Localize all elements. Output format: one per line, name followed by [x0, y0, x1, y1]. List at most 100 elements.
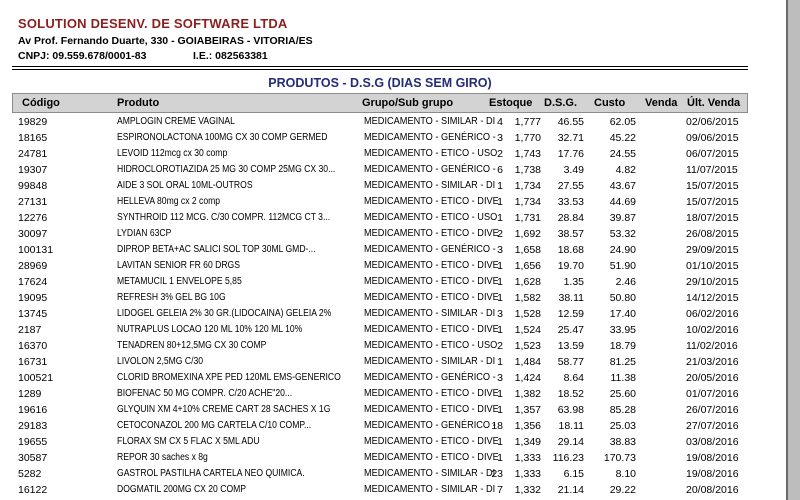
- cell-venda: 38.83: [609, 436, 636, 448]
- cell-venda: 53.32: [609, 228, 636, 240]
- cell-ult-venda: 29/10/2015: [686, 276, 739, 288]
- table-row: 18165 ESPIRONOLACTONA 100MG CX 30 COMP GE…: [12, 130, 748, 146]
- cell-dsg: 1,524: [514, 324, 541, 336]
- cell-ult-venda: 20/08/2016: [686, 484, 739, 496]
- cell-dsg: 1,484: [514, 356, 541, 368]
- cell-ult-venda: 09/06/2015: [686, 132, 739, 144]
- cell-dsg: 1,332: [514, 484, 541, 496]
- cell-dsg: 1,357: [514, 404, 541, 416]
- table-row: 12276 SYNTHROID 112 MCG. C/30 COMPR. 112M…: [12, 210, 748, 226]
- report-page: SOLUTION DESENV. DE SOFTWARE LTDA Av Pro…: [0, 0, 788, 500]
- cell-codigo: 13745: [18, 308, 48, 320]
- cell-produto: REPOR 30 saches x 8g: [117, 452, 208, 463]
- cell-venda: 81.25: [609, 356, 636, 368]
- company-address: Av Prof. Fernando Duarte, 330 - GOIABEIR…: [18, 35, 313, 47]
- cell-codigo: 27131: [18, 196, 48, 208]
- cell-venda: 33.95: [609, 324, 636, 336]
- cell-estoque: 1: [497, 452, 503, 464]
- cell-custo: 17.76: [557, 148, 584, 160]
- cell-custo: 21.14: [557, 484, 584, 496]
- cell-estoque: 3: [497, 308, 503, 320]
- cell-dsg: 1,731: [514, 212, 541, 224]
- table-row: 19307 HIDROCLOROTIAZIDA 25 MG 30 COMP 25M…: [12, 162, 748, 178]
- cell-venda: 44.69: [609, 196, 636, 208]
- cell-ult-venda: 10/02/2016: [686, 324, 739, 336]
- cell-dsg: 1,523: [514, 340, 541, 352]
- table-row: 19095 REFRESH 3% GEL BG 10G MEDICAMENTO - …: [12, 290, 748, 306]
- cell-custo: 18.52: [557, 388, 584, 400]
- table-row: 19829 AMPLOGIN CREME VAGINAL MEDICAMENTO -…: [12, 114, 748, 130]
- cell-ult-venda: 26/08/2015: [686, 228, 739, 240]
- cell-venda: 45.22: [609, 132, 636, 144]
- cell-dsg: 1,424: [514, 372, 541, 384]
- cell-codigo: 29183: [18, 420, 48, 432]
- cell-produto: DOGMATIL 200MG CX 20 COMP: [117, 484, 247, 495]
- cell-estoque: 1: [497, 212, 503, 224]
- cell-estoque: 4: [497, 116, 503, 128]
- column-header-venda: Venda: [645, 97, 678, 109]
- cell-ult-venda: 02/06/2015: [686, 116, 739, 128]
- company-name: SOLUTION DESENV. DE SOFTWARE LTDA: [18, 16, 288, 31]
- cell-codigo: 100131: [18, 244, 54, 256]
- cell-venda: 50.80: [609, 292, 636, 304]
- cell-codigo: 30097: [18, 228, 48, 240]
- cell-custo: 3.49: [563, 164, 584, 176]
- cell-codigo: 19655: [18, 436, 48, 448]
- cell-custo: 25.47: [557, 324, 584, 336]
- cell-codigo: 12276: [18, 212, 48, 224]
- cell-estoque: 1: [497, 404, 503, 416]
- cell-estoque: 7: [497, 484, 503, 496]
- cell-dsg: 1,734: [514, 180, 541, 192]
- cell-codigo: 24781: [18, 148, 48, 160]
- cell-estoque: 2: [497, 148, 503, 160]
- cell-venda: 11.38: [610, 372, 637, 384]
- cell-dsg: 1,333: [514, 452, 541, 464]
- cell-ult-venda: 06/07/2015: [686, 148, 739, 160]
- cell-custo: 58.77: [557, 356, 584, 368]
- table-row: 19616 GLYQUIN XM 4+10% CREME CART 28 SACH…: [12, 402, 748, 418]
- cell-ult-venda: 21/03/2016: [686, 356, 739, 368]
- cell-estoque: 6: [497, 164, 503, 176]
- cell-estoque: 1: [497, 276, 503, 288]
- cell-codigo: 17624: [18, 276, 48, 288]
- cell-custo: 12.59: [557, 308, 584, 320]
- cell-venda: 85.28: [609, 404, 636, 416]
- column-header-codigo: Código: [22, 97, 60, 109]
- cell-dsg: 1,692: [514, 228, 541, 240]
- table-row: 17624 METAMUCIL 1 ENVELOPE 5,85 MEDICAMENT…: [12, 274, 748, 290]
- cell-venda: 25.03: [609, 420, 636, 432]
- cell-codigo: 19829: [18, 116, 48, 128]
- cell-produto: HIDROCLOROTIAZIDA 25 MG 30 COMP 25MG CX …: [117, 164, 336, 175]
- table-row: 1289 BIOFENAC 50 MG COMPR. C/20 ACHE"20..…: [12, 386, 748, 402]
- cell-produto: BIOFENAC 50 MG COMPR. C/20 ACHE"20...: [117, 388, 293, 399]
- cell-codigo: 19095: [18, 292, 48, 304]
- cell-estoque: 3: [497, 132, 503, 144]
- cell-codigo: 18165: [18, 132, 48, 144]
- cell-produto: ESPIRONOLACTONA 100MG CX 30 COMP GERMED: [117, 132, 328, 143]
- cell-codigo: 5282: [18, 468, 42, 480]
- column-header-ult-venda: Últ. Venda: [687, 97, 741, 109]
- cell-venda: 25.60: [609, 388, 636, 400]
- cell-ult-venda: 01/07/2016: [686, 388, 739, 400]
- report-title: PRODUTOS - D.S.G (DIAS SEM GIRO): [268, 76, 492, 90]
- cell-codigo: 1289: [18, 388, 42, 400]
- cell-dsg: 1,658: [514, 244, 541, 256]
- cell-estoque: 18: [491, 420, 503, 432]
- table-row: 99848 AIDE 3 SOL ORAL 10ML-OUTROS MEDICAME…: [12, 178, 748, 194]
- cell-dsg: 1,628: [514, 276, 541, 288]
- cell-venda: 170.73: [603, 452, 636, 464]
- company-ie: I.E.: 082563381: [193, 50, 268, 62]
- cell-estoque: 23: [491, 468, 503, 480]
- cell-venda: 18.79: [609, 340, 636, 352]
- cell-produto: CLORID BROMEXINA XPE PED 120ML EMS-GENER…: [117, 372, 341, 383]
- cell-codigo: 100521: [18, 372, 54, 384]
- cell-codigo: 16370: [18, 340, 48, 352]
- cell-custo: 46.55: [557, 116, 584, 128]
- cell-ult-venda: 01/10/2015: [686, 260, 739, 272]
- cell-custo: 38.11: [558, 292, 585, 304]
- cell-custo: 32.71: [557, 132, 584, 144]
- cell-codigo: 19307: [18, 164, 48, 176]
- cell-dsg: 1,738: [514, 164, 541, 176]
- cell-ult-venda: 15/07/2015: [686, 196, 739, 208]
- cell-custo: 19.70: [557, 260, 584, 272]
